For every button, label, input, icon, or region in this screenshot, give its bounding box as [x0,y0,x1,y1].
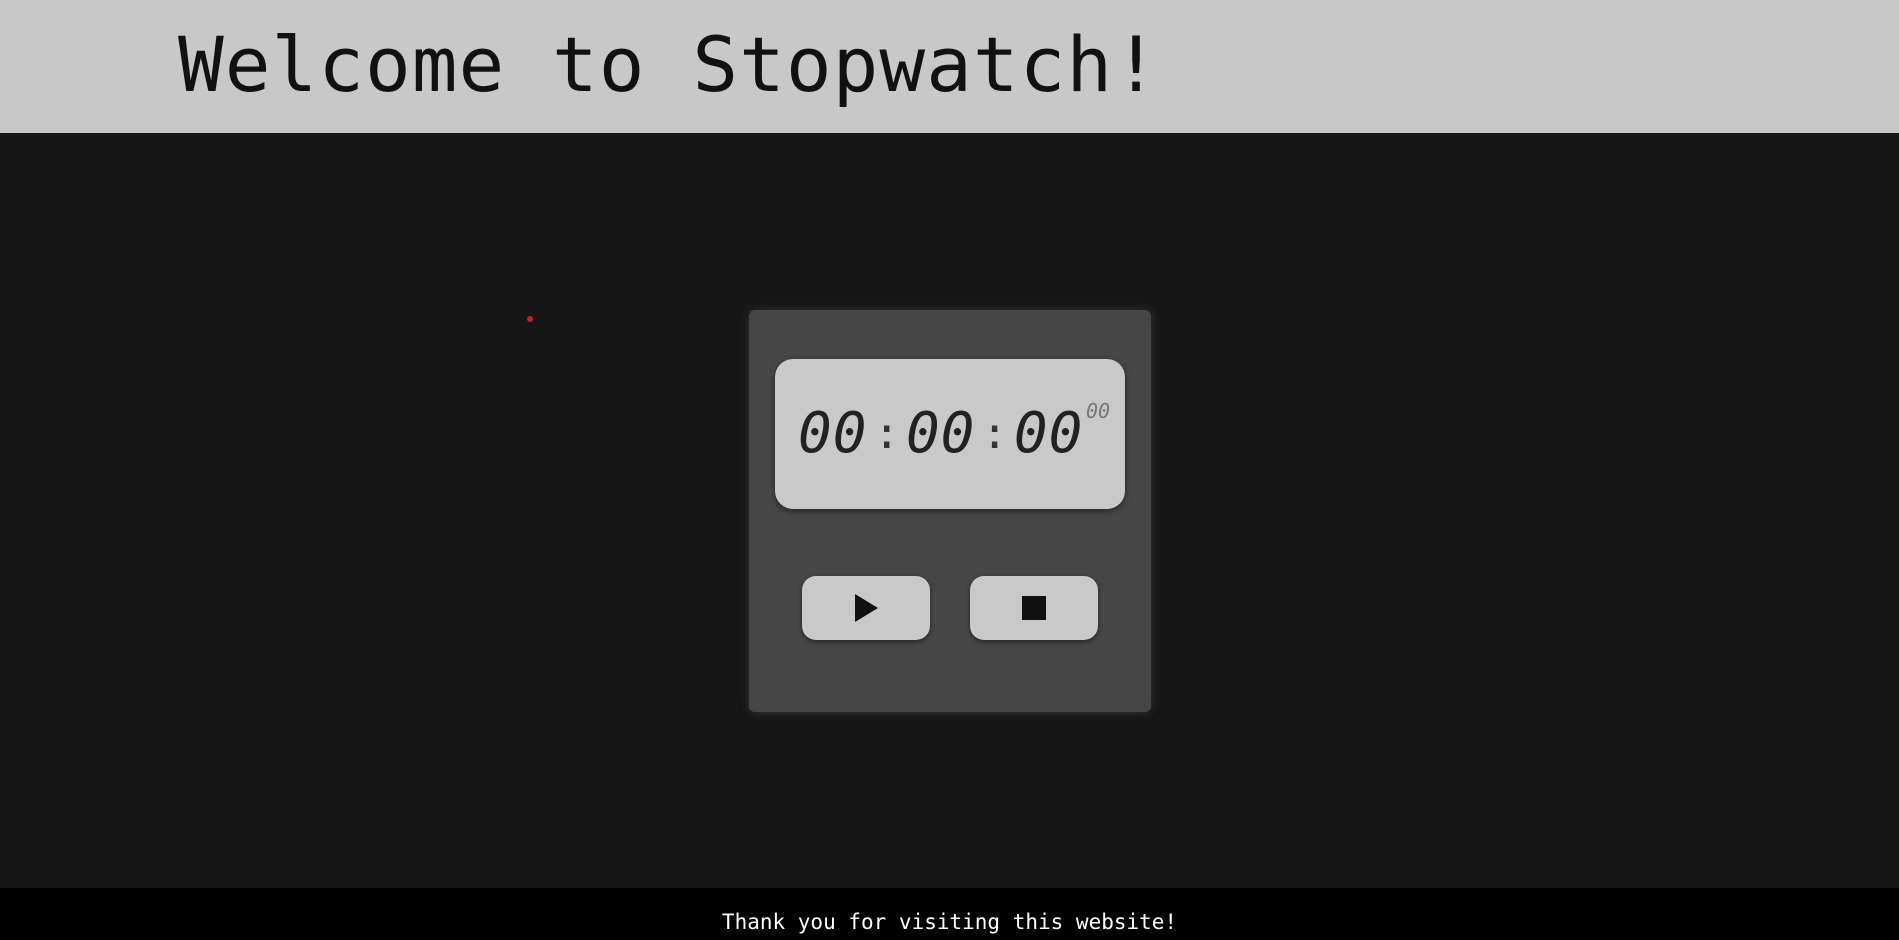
hours-value: 00 [798,400,868,466]
time-readout: 00 : 00 : 00 00 [798,399,1110,466]
time-separator: : [873,407,900,459]
centiseconds-value: 00 [1086,399,1111,423]
stopwatch-panel: 00 : 00 : 00 00 [749,310,1151,712]
cursor-dot [527,316,533,322]
page-header: Welcome to Stopwatch! [0,0,1899,133]
footer-text: Thank you for visiting this website! [721,910,1178,934]
time-separator: : [981,407,1008,459]
seconds-value: 00 [1013,400,1084,466]
play-button[interactable] [802,576,930,640]
page-footer: Thank you for visiting this website! [0,888,1899,940]
stop-icon [1022,596,1046,620]
minutes-value: 00 [905,400,976,466]
stop-button[interactable] [970,576,1098,640]
page-title: Welcome to Stopwatch! [178,20,1160,109]
play-icon [855,594,878,622]
time-display: 00 : 00 : 00 00 [775,359,1125,509]
